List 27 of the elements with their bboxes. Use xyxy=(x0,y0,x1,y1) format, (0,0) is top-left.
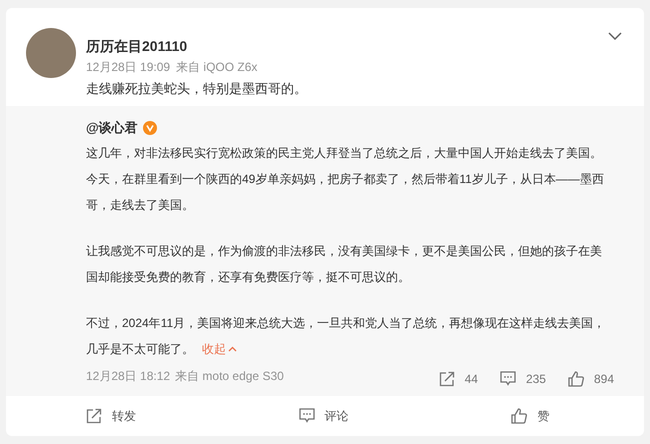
thumbs-up-icon xyxy=(511,408,528,424)
comment-icon xyxy=(298,408,315,424)
post-text: 走线赚死拉美蛇头，特别是墨西哥的。 xyxy=(86,80,307,98)
paragraph: 今天，在群里看到一个陕西的49岁单亲妈妈，把房子都卖了，然后带着11岁儿子，从日本——墨西哥，走线去了美国。 xyxy=(86,170,605,214)
paragraph: 这几年，对非法移民实行宽松政策的民主党人拜登当了总统之后，大量中国人开始走线去了美国。 xyxy=(86,144,603,162)
post-time[interactable]: 12月28日 19:09 xyxy=(86,59,170,75)
comment-icon xyxy=(500,371,516,386)
repost-source: 来自 moto edge S30 xyxy=(175,368,284,384)
comment-button[interactable]: 评论 xyxy=(298,406,349,425)
repost-author[interactable]: @谈心君 xyxy=(86,118,138,138)
chevron-up-icon xyxy=(228,346,237,352)
chevron-down-icon[interactable] xyxy=(608,32,622,40)
share-button[interactable]: 转发 xyxy=(86,406,136,425)
share-count-button[interactable]: 44 xyxy=(438,370,478,388)
thumbs-up-icon xyxy=(568,370,584,386)
avatar[interactable] xyxy=(26,28,76,78)
post-source: 来自 iQOO Z6x xyxy=(176,59,258,75)
like-count-button[interactable]: 894 xyxy=(568,370,614,388)
comment-count-button[interactable]: 235 xyxy=(500,370,546,388)
paragraph: 不过，2024年11月，美国将迎来总统大选，一旦共和党人当了总统，再想像现在这样走线去美国，几乎是不太可能了。 收起 xyxy=(86,310,606,362)
share-icon xyxy=(86,408,102,424)
paragraph: 让我感觉不可思议的是，作为偷渡的非法移民，没有美国绿卡，更不是美国公民，但她的孩子在美国却能接受免费的教育，还享有免费医疗等，挺不可思议的。 xyxy=(86,242,603,286)
repost-time[interactable]: 12月28日 18:12 xyxy=(86,366,170,384)
author-name[interactable]: 历历在目201110 xyxy=(86,37,307,55)
like-button[interactable]: 赞 xyxy=(511,406,550,425)
share-icon xyxy=(438,370,455,386)
collapse-link[interactable]: 收起 xyxy=(202,336,237,362)
